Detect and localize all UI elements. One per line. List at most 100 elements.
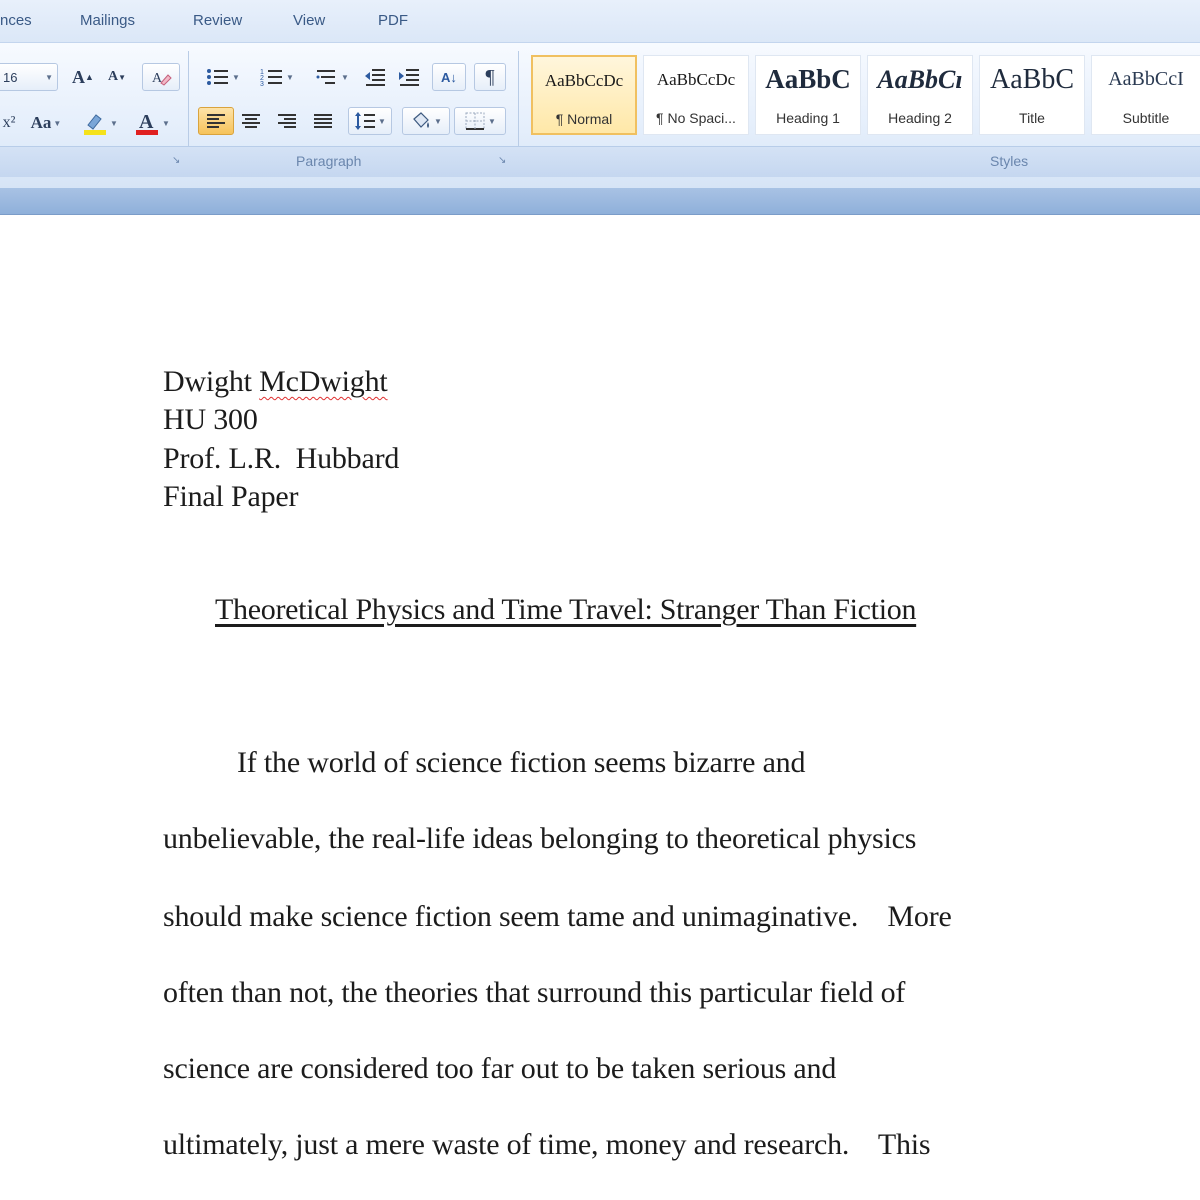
- increase-caret-icon: ▲: [85, 72, 94, 82]
- grow-font-button[interactable]: A ▲: [68, 63, 98, 91]
- subscript-icon: x²: [2, 114, 16, 131]
- align-left-button[interactable]: [198, 107, 234, 135]
- chevron-down-icon: ▼: [110, 118, 118, 128]
- multilevel-list-button[interactable]: ▼: [306, 63, 358, 91]
- highlighter-icon: [84, 114, 107, 135]
- styles-group-label: Styles: [990, 153, 1029, 169]
- multilevel-list-icon: [316, 70, 336, 84]
- style-sample: AaBbCı: [877, 65, 963, 94]
- ribbon-bottom-border: [0, 188, 1200, 215]
- style-sample: AaBbCcDc: [656, 70, 736, 89]
- ribbon-tab-bar: nces Mailings Review View PDF: [0, 0, 1200, 42]
- svg-text:A: A: [139, 111, 154, 133]
- pilcrow-icon: ¶: [485, 65, 495, 88]
- decrease-caret-icon: ▼: [118, 72, 127, 82]
- font-size-combo[interactable]: 16 ▼: [0, 63, 58, 91]
- tab-review[interactable]: Review: [193, 12, 242, 29]
- assignment-line[interactable]: Final Paper: [163, 480, 298, 514]
- chevron-down-icon: ▼: [162, 118, 170, 128]
- paragraph-dialog-launcher-icon[interactable]: ↘: [498, 155, 506, 166]
- font-color-icon: A: [136, 111, 159, 135]
- align-center-button[interactable]: [236, 107, 266, 135]
- highlight-color-button[interactable]: ▼: [76, 109, 124, 137]
- style-name: Heading 1: [776, 110, 840, 126]
- decrease-indent-button[interactable]: [360, 63, 390, 91]
- style-title[interactable]: AaBbC Title: [979, 55, 1085, 135]
- align-right-icon: [278, 114, 296, 128]
- style-no-spacing[interactable]: AaBbCcDc ¶ No Spaci...: [643, 55, 749, 135]
- ribbon-group-label-bar: ↘ Paragraph ↘ Styles: [0, 146, 1200, 177]
- tab-pdf[interactable]: PDF: [378, 12, 408, 29]
- style-sample: AaBbC: [765, 64, 851, 94]
- tab-view[interactable]: View: [293, 12, 325, 29]
- align-right-button[interactable]: [272, 107, 302, 135]
- style-name: ¶ No Spaci...: [656, 110, 736, 126]
- align-center-icon: [242, 114, 260, 128]
- bullets-icon: [207, 69, 229, 85]
- line-spacing-icon: [355, 112, 376, 130]
- course-line[interactable]: HU 300: [163, 403, 258, 437]
- chevron-down-icon: ▼: [378, 116, 386, 126]
- justify-button[interactable]: [308, 107, 338, 135]
- author-name-line[interactable]: Dwight McDwight: [163, 365, 388, 399]
- paper-title-text: Theoretical Physics and Time Travel: Str…: [215, 593, 917, 626]
- increase-indent-icon: [399, 69, 419, 86]
- borders-icon: [465, 112, 485, 130]
- grow-font-icon: A: [72, 66, 86, 87]
- style-sample: AaBbC: [990, 64, 1074, 95]
- line-spacing-button[interactable]: ▼: [348, 107, 392, 135]
- chevron-down-icon: ▼: [488, 116, 496, 126]
- shading-button[interactable]: ▼: [402, 107, 450, 135]
- numbering-icon: 1 2 3: [260, 69, 283, 87]
- professor-line[interactable]: Prof. L.R. Hubbard: [163, 442, 399, 476]
- borders-button[interactable]: ▼: [454, 107, 506, 135]
- chevron-down-icon: ▼: [434, 116, 442, 126]
- sort-button[interactable]: A↓: [432, 63, 466, 91]
- decrease-indent-icon: [365, 69, 385, 86]
- style-heading-1[interactable]: AaBbC Heading 1: [755, 55, 861, 135]
- paint-bucket-icon: [413, 112, 430, 128]
- body-line-3[interactable]: should make science fiction seem tame an…: [163, 900, 952, 934]
- chevron-down-icon: ▼: [341, 72, 349, 82]
- tab-references[interactable]: nces: [0, 12, 32, 29]
- body-line-1[interactable]: If the world of science fiction seems bi…: [237, 746, 805, 780]
- change-case-button[interactable]: Aa ▼: [24, 109, 68, 137]
- shrink-font-button[interactable]: A ▼: [102, 63, 132, 91]
- chevron-down-icon: ▼: [53, 118, 62, 128]
- body-line-5[interactable]: science are considered too far out to be…: [163, 1052, 836, 1086]
- svg-text:3: 3: [260, 81, 264, 87]
- change-case-icon: Aa: [30, 113, 52, 132]
- body-line-2[interactable]: unbelievable, the real-life ideas belong…: [163, 822, 916, 856]
- document-page[interactable]: Dwight McDwight HU 300 Prof. L.R. Hubbar…: [0, 215, 1200, 1200]
- font-size-value: 16: [3, 69, 18, 85]
- sort-icon: A↓: [441, 69, 457, 85]
- tab-mailings[interactable]: Mailings: [80, 12, 135, 29]
- subscript-button[interactable]: x²: [0, 109, 18, 137]
- body-line-4[interactable]: often than not, the theories that surrou…: [163, 976, 905, 1010]
- chevron-down-icon: ▼: [45, 72, 53, 82]
- font-dialog-launcher-icon[interactable]: ↘: [172, 155, 180, 166]
- style-name: Subtitle: [1122, 110, 1170, 126]
- numbering-button[interactable]: 1 2 3 ▼: [252, 63, 302, 91]
- clear-formatting-icon: A: [152, 71, 172, 86]
- clear-formatting-button[interactable]: A: [142, 63, 180, 91]
- style-heading-2[interactable]: AaBbCı Heading 2: [867, 55, 973, 135]
- justify-icon: [314, 114, 332, 128]
- style-name: ¶ Normal: [555, 111, 613, 127]
- increase-indent-button[interactable]: [394, 63, 424, 91]
- style-name: Heading 2: [888, 110, 952, 126]
- bullets-button[interactable]: ▼: [198, 63, 248, 91]
- style-subtitle[interactable]: AaBbCcI Subtitle: [1091, 55, 1200, 135]
- style-normal[interactable]: AaBbCcDc ¶ Normal: [531, 55, 637, 135]
- show-formatting-button[interactable]: ¶: [474, 63, 506, 91]
- style-name: Title: [1019, 110, 1045, 126]
- author-last-name-misspelled: McDwight: [259, 365, 388, 398]
- paragraph-group-label: Paragraph: [296, 153, 362, 169]
- font-color-button[interactable]: A ▼: [128, 109, 176, 137]
- style-sample: AaBbCcI: [1108, 68, 1184, 90]
- chevron-down-icon: ▼: [232, 72, 240, 82]
- shrink-font-icon: A: [107, 69, 119, 84]
- style-sample: AaBbCcDc: [544, 71, 624, 90]
- author-first-name: Dwight: [163, 365, 252, 398]
- body-line-6[interactable]: ultimately, just a mere waste of time, m…: [163, 1128, 931, 1162]
